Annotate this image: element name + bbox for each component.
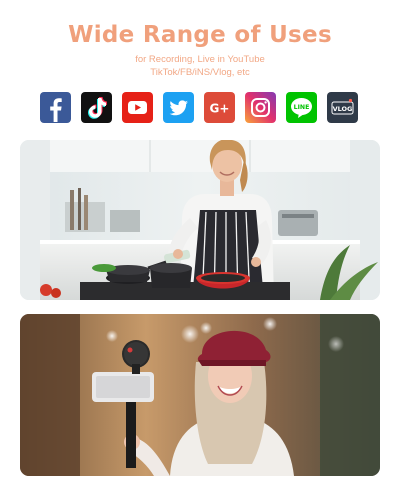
facebook-icon[interactable] bbox=[40, 92, 71, 123]
social-icon-row: G+ LINE VLOG bbox=[40, 92, 360, 124]
subtitle-line-2: TikTok/FB/iNS/Vlog, etc bbox=[150, 67, 250, 78]
twitter-icon[interactable] bbox=[163, 92, 194, 123]
tiktok-icon[interactable] bbox=[81, 92, 112, 123]
page-title: Wide Range of Uses bbox=[68, 22, 332, 48]
subtitle-line-1: for Recording, Live in YouTube bbox=[135, 54, 265, 65]
google-plus-icon[interactable]: G+ bbox=[204, 92, 235, 123]
youtube-icon[interactable] bbox=[122, 92, 153, 123]
vlog-icon[interactable]: VLOG bbox=[327, 92, 358, 123]
instagram-icon[interactable] bbox=[245, 92, 276, 123]
vlogging-photo bbox=[20, 314, 380, 476]
svg-text:LINE: LINE bbox=[294, 104, 310, 111]
line-icon[interactable]: LINE bbox=[286, 92, 317, 123]
svg-text:VLOG: VLOG bbox=[333, 105, 353, 113]
cooking-photo bbox=[20, 140, 380, 300]
svg-text:G+: G+ bbox=[210, 102, 230, 116]
